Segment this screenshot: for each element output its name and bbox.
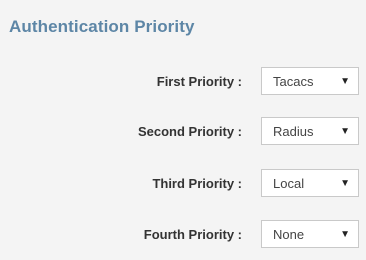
third-priority-select[interactable]: Local ▼ [261, 169, 359, 197]
chevron-down-icon: ▼ [340, 76, 350, 87]
fourth-priority-row: Fourth Priority : None ▼ [0, 220, 366, 250]
first-priority-select[interactable]: Tacacs ▼ [261, 67, 359, 95]
first-priority-value: Tacacs [273, 74, 314, 89]
fourth-priority-select[interactable]: None ▼ [261, 220, 359, 248]
chevron-down-icon: ▼ [340, 229, 350, 240]
second-priority-row: Second Priority : Radius ▼ [0, 117, 366, 147]
authentication-priority-panel: Authentication Priority First Priority :… [0, 0, 366, 260]
third-priority-value: Local [273, 176, 305, 191]
third-priority-label: Third Priority : [152, 176, 242, 191]
fourth-priority-value: None [273, 227, 305, 242]
first-priority-row: First Priority : Tacacs ▼ [0, 67, 366, 97]
first-priority-label: First Priority : [156, 74, 242, 89]
fourth-priority-label: Fourth Priority : [143, 227, 242, 242]
second-priority-value: Radius [273, 124, 314, 139]
panel-title: Authentication Priority [9, 17, 195, 36]
second-priority-select[interactable]: Radius ▼ [261, 117, 359, 145]
chevron-down-icon: ▼ [340, 126, 350, 137]
third-priority-row: Third Priority : Local ▼ [0, 169, 366, 199]
chevron-down-icon: ▼ [340, 178, 350, 189]
second-priority-label: Second Priority : [137, 124, 242, 139]
